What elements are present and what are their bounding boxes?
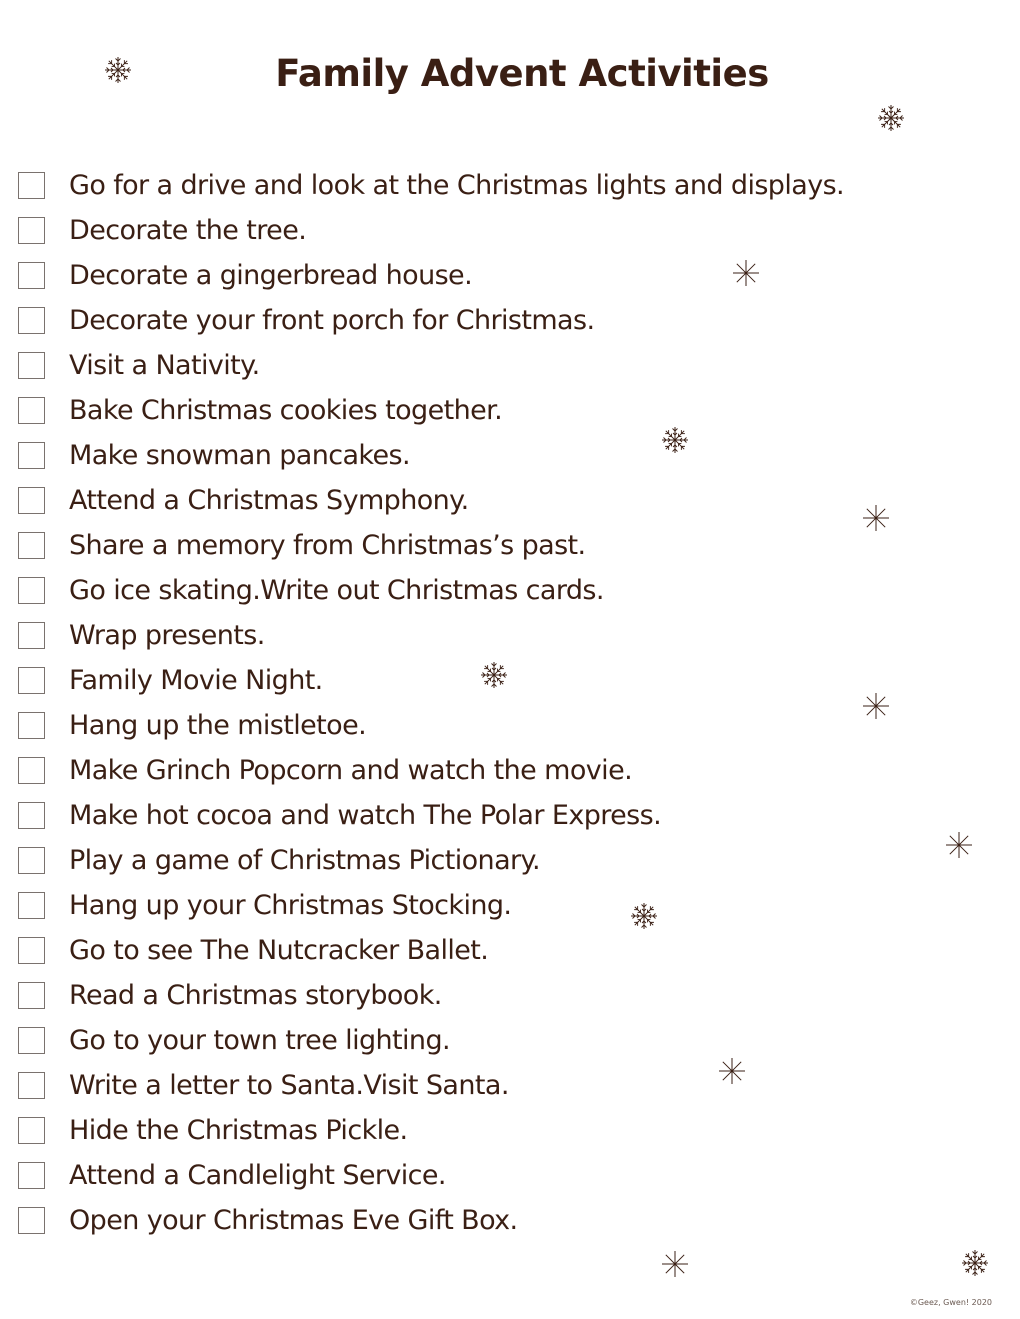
- checkbox[interactable]: [18, 487, 45, 514]
- checkbox[interactable]: [18, 1117, 45, 1144]
- snowflake-icon: [944, 830, 974, 860]
- snowflake-icon: [960, 1248, 990, 1278]
- snowflake-icon: [660, 1249, 690, 1279]
- checklist-item: Make snowman pancakes.: [18, 433, 844, 478]
- checklist-item: Go ice skating.Write out Christmas cards…: [18, 568, 844, 613]
- checklist-item: Share a memory from Christmas’s past.: [18, 523, 844, 568]
- activity-label: Make Grinch Popcorn and watch the movie.: [69, 755, 633, 786]
- checklist-item: Decorate a gingerbread house.: [18, 253, 844, 298]
- checklist-item: Open your Christmas Eve Gift Box.: [18, 1198, 844, 1243]
- checkbox[interactable]: [18, 577, 45, 604]
- activity-label: Attend a Candlelight Service.: [69, 1160, 447, 1191]
- activity-label: Decorate a gingerbread house.: [69, 260, 473, 291]
- activity-label: Visit a Nativity.: [69, 350, 260, 381]
- checkbox[interactable]: [18, 262, 45, 289]
- checkbox[interactable]: [18, 1027, 45, 1054]
- activity-label: Share a memory from Christmas’s past.: [69, 530, 586, 561]
- snowflake-icon: [660, 425, 690, 455]
- checkbox[interactable]: [18, 442, 45, 469]
- activity-label: Go to see The Nutcracker Ballet.: [69, 935, 489, 966]
- activity-label: Decorate the tree.: [69, 215, 307, 246]
- activity-label: Hang up your Christmas Stocking.: [69, 890, 512, 921]
- checkbox[interactable]: [18, 757, 45, 784]
- activity-label: Hang up the mistletoe.: [69, 710, 367, 741]
- checklist-item: Decorate the tree.: [18, 208, 844, 253]
- checkbox[interactable]: [18, 937, 45, 964]
- snowflake-icon: [629, 901, 659, 931]
- activity-label: Family Movie Night.: [69, 665, 323, 696]
- activity-label: Play a game of Christmas Pictionary.: [69, 845, 541, 876]
- checklist-item: Hide the Christmas Pickle.: [18, 1108, 844, 1153]
- snowflake-icon: [861, 503, 891, 533]
- checkbox[interactable]: [18, 1162, 45, 1189]
- checkbox[interactable]: [18, 307, 45, 334]
- checkbox[interactable]: [18, 532, 45, 559]
- checklist-item: Decorate your front porch for Christmas.: [18, 298, 844, 343]
- checklist-item: Go to see The Nutcracker Ballet.: [18, 928, 844, 973]
- activity-label: Bake Christmas cookies together.: [69, 395, 503, 426]
- activity-label: Decorate your front porch for Christmas.: [69, 305, 595, 336]
- checklist-item: Visit a Nativity.: [18, 343, 844, 388]
- checkbox[interactable]: [18, 982, 45, 1009]
- activity-label: Go for a drive and look at the Christmas…: [69, 170, 845, 201]
- checkbox[interactable]: [18, 352, 45, 379]
- checkbox[interactable]: [18, 892, 45, 919]
- checkbox[interactable]: [18, 667, 45, 694]
- activity-label: Read a Christmas storybook.: [69, 980, 442, 1011]
- activity-label: Open your Christmas Eve Gift Box.: [69, 1205, 518, 1236]
- activity-label: Write a letter to Santa.Visit Santa.: [69, 1070, 509, 1101]
- checkbox[interactable]: [18, 847, 45, 874]
- snowflake-icon: [717, 1056, 747, 1086]
- checklist-item: Family Movie Night.: [18, 658, 844, 703]
- checklist-item: Make Grinch Popcorn and watch the movie.: [18, 748, 844, 793]
- checkbox[interactable]: [18, 217, 45, 244]
- checklist-item: Attend a Candlelight Service.: [18, 1153, 844, 1198]
- checklist-item: Go for a drive and look at the Christmas…: [18, 163, 845, 208]
- checkbox[interactable]: [18, 1072, 45, 1099]
- checkbox[interactable]: [18, 1207, 45, 1234]
- checklist-item: Read a Christmas storybook.: [18, 973, 844, 1018]
- page-title: Family Advent Activities: [275, 52, 769, 95]
- checklist-item: Bake Christmas cookies together.: [18, 388, 844, 433]
- activity-label: Make hot cocoa and watch The Polar Expre…: [69, 800, 662, 831]
- activity-label: Attend a Christmas Symphony.: [69, 485, 469, 516]
- snowflake-icon: [861, 691, 891, 721]
- checklist-item: Hang up your Christmas Stocking.: [18, 883, 844, 928]
- snowflake-icon: [103, 55, 133, 85]
- activity-label: Make snowman pancakes.: [69, 440, 411, 471]
- checklist-item: Wrap presents.: [18, 613, 844, 658]
- checklist-item: Play a game of Christmas Pictionary.: [18, 838, 844, 883]
- checkbox[interactable]: [18, 622, 45, 649]
- checkbox[interactable]: [18, 172, 45, 199]
- checklist-item: Make hot cocoa and watch The Polar Expre…: [18, 793, 844, 838]
- snowflake-icon: [876, 103, 906, 133]
- checklist-item: Hang up the mistletoe.: [18, 703, 844, 748]
- activity-label: Hide the Christmas Pickle.: [69, 1115, 408, 1146]
- checkbox[interactable]: [18, 712, 45, 739]
- snowflake-icon: [731, 258, 761, 288]
- snowflake-icon: [479, 660, 509, 690]
- copyright-footer: ©Geez, Gwen! 2020: [909, 1298, 992, 1307]
- activity-label: Wrap presents.: [69, 620, 265, 651]
- activity-label: Go ice skating.Write out Christmas cards…: [69, 575, 604, 606]
- checkbox[interactable]: [18, 397, 45, 424]
- activity-label: Go to your town tree lighting.: [69, 1025, 451, 1056]
- checkbox[interactable]: [18, 802, 45, 829]
- checklist-item: Attend a Christmas Symphony.: [18, 478, 844, 523]
